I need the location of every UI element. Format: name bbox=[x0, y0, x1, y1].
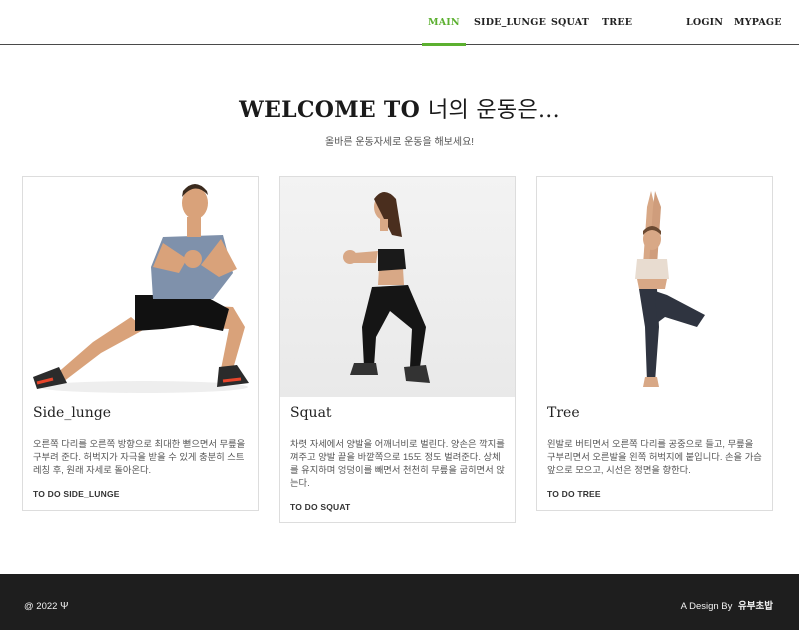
card-description: 왼발로 버티면서 오른쪽 다리를 공중으로 들고, 무릎을 구부리면서 오른발을… bbox=[547, 439, 762, 475]
trident-icon: Ψ bbox=[60, 601, 69, 612]
to-do-tree-link[interactable]: TO DO TREE bbox=[547, 489, 601, 499]
card-title: Squat bbox=[290, 405, 332, 421]
to-do-side-lunge-link[interactable]: TO DO SIDE_LUNGE bbox=[33, 489, 120, 499]
to-do-squat-link[interactable]: TO DO SQUAT bbox=[290, 502, 350, 512]
nav-squat[interactable]: SQUAT bbox=[551, 0, 589, 45]
card-description: 오른쪽 다리를 오른쪽 방향으로 최대한 뻗으면서 무릎을 구부려 준다. 허벅… bbox=[33, 439, 246, 475]
nav-mypage[interactable]: MYPAGE bbox=[734, 0, 782, 45]
top-navigation: MAIN SIDE_LUNGE SQUAT TREE LOGIN MYPAGE bbox=[0, 0, 799, 46]
nav-tree[interactable]: TREE bbox=[602, 0, 632, 45]
design-by-text: A Design By bbox=[680, 601, 736, 612]
footer-credit: A Design By 유부초밥 bbox=[681, 574, 773, 630]
card-squat: Squat 차렷 자세에서 양발을 어깨너비로 벌린다. 양손은 깍지를 껴주고… bbox=[279, 176, 516, 523]
page-title-kr: 너의 운동은... bbox=[428, 98, 560, 123]
card-title: Side_lunge bbox=[33, 405, 112, 421]
copyright-text: @ 2022 bbox=[24, 601, 61, 612]
squat-photo bbox=[280, 177, 515, 397]
side-lunge-photo bbox=[23, 177, 258, 397]
nav-side-lunge[interactable]: SIDE_LUNGE bbox=[474, 0, 546, 45]
footer-copyright: @ 2022 Ψ bbox=[24, 574, 68, 630]
card-tree: Tree 왼발로 버티면서 오른쪽 다리를 공중으로 들고, 무릎을 구부리면서… bbox=[536, 176, 773, 511]
footer: @ 2022 Ψ A Design By 유부초밥 bbox=[0, 574, 799, 630]
card-title: Tree bbox=[547, 405, 580, 421]
tree-pose-photo bbox=[537, 177, 772, 397]
card-description: 차렷 자세에서 양발을 어깨너비로 벌린다. 양손은 깍지를 껴주고 양발 끝을… bbox=[290, 439, 505, 488]
page-subtitle: 올바른 운동자세로 운동을 해보세요! bbox=[324, 137, 475, 148]
designer-name: 유부초밥 bbox=[738, 601, 773, 612]
nav-main[interactable]: MAIN bbox=[422, 0, 466, 46]
nav-login[interactable]: LOGIN bbox=[686, 0, 723, 45]
page-title: WELCOME TO 너의 운동은... bbox=[0, 92, 799, 124]
card-side-lunge: Side_lunge 오른쪽 다리를 오른쪽 방향으로 최대한 뻗으면서 무릎을… bbox=[22, 176, 259, 511]
page-title-en: WELCOME TO bbox=[239, 97, 429, 123]
